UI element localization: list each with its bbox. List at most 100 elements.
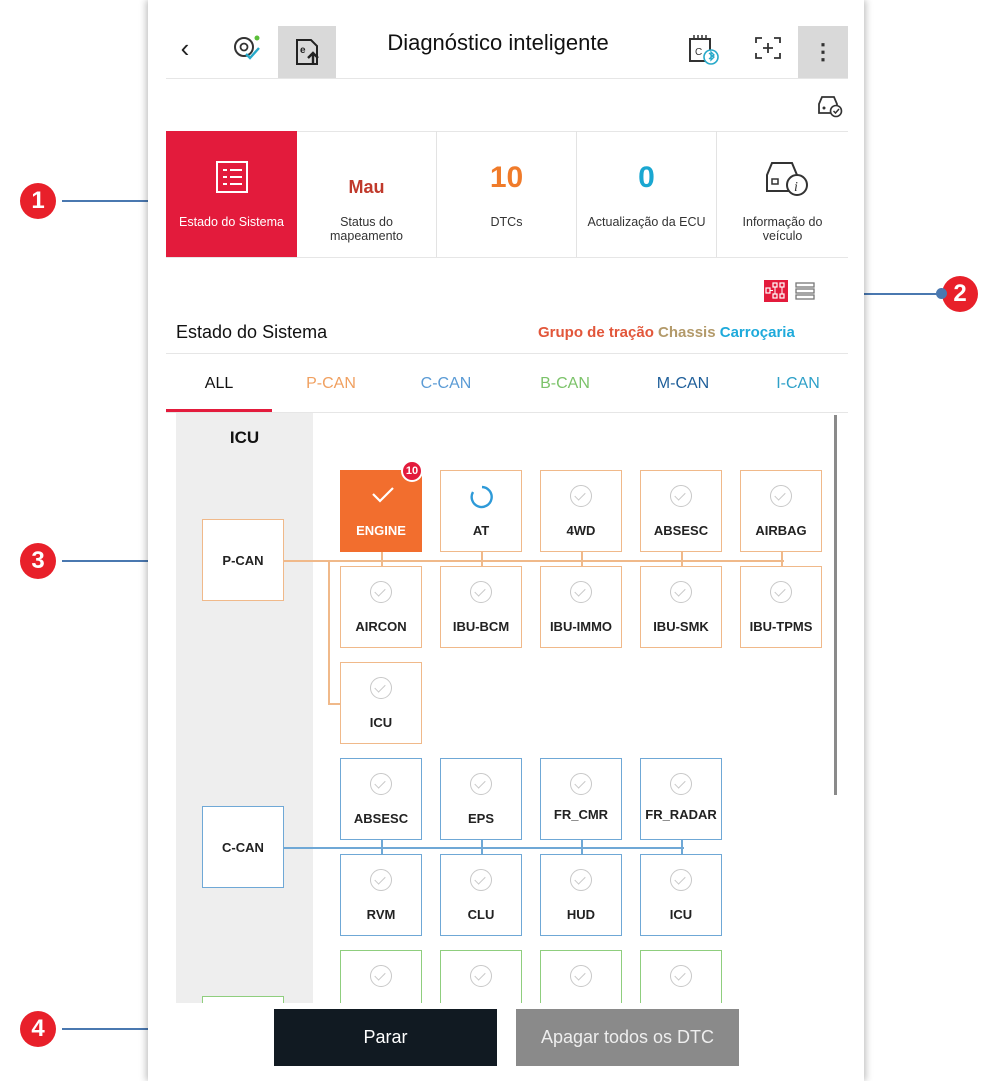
callout-4: 4 bbox=[20, 1011, 56, 1047]
ecu-aircon[interactable]: AIRCON bbox=[340, 566, 422, 648]
c-can-drop bbox=[481, 840, 483, 855]
ecu-b-can[interactable] bbox=[340, 950, 422, 1006]
check-circle-icon bbox=[370, 677, 392, 699]
ecu-icu[interactable]: ICU bbox=[640, 854, 722, 936]
p-can-drop bbox=[581, 552, 583, 567]
check-circle-icon bbox=[770, 581, 792, 603]
check-circle-icon bbox=[370, 965, 392, 987]
action-bar bbox=[148, 1003, 864, 1081]
tile-dtcs[interactable]: 10 DTCs bbox=[437, 131, 577, 257]
tiles-bottom-border bbox=[166, 257, 848, 258]
ecu-icu[interactable]: ICU bbox=[340, 662, 422, 744]
ecu-b-can[interactable] bbox=[540, 950, 622, 1006]
dtc-count: 10 bbox=[489, 161, 524, 194]
ecu-airbag[interactable]: AIRBAG bbox=[740, 470, 822, 552]
ecu-name: ENGINE bbox=[356, 523, 406, 538]
tile-ecu-update[interactable]: 0 Actualização da ECU bbox=[577, 131, 717, 257]
ecu-absesc[interactable]: ABSESC bbox=[640, 470, 722, 552]
ecu-clu[interactable]: CLU bbox=[440, 854, 522, 936]
stop-button[interactable]: Parar bbox=[274, 1009, 497, 1066]
tile-label: Estado do Sistema bbox=[179, 215, 284, 229]
ecu-name: FR_RADAR bbox=[645, 807, 717, 822]
legend-body: Carroçaria bbox=[719, 324, 795, 341]
check-circle-icon bbox=[570, 965, 592, 987]
ecu-name: 4WD bbox=[566, 523, 596, 538]
ecu-name: ABSESC bbox=[353, 811, 409, 826]
ok-check-icon bbox=[370, 485, 396, 505]
tab-i-can[interactable]: I-CAN bbox=[748, 375, 848, 393]
ecu-name: RVM bbox=[366, 907, 396, 922]
tile-label: Actualização da ECU bbox=[587, 215, 706, 229]
ecu-name: AT bbox=[472, 523, 490, 538]
c-can-drop bbox=[581, 840, 583, 855]
bus-c-can[interactable]: C-CAN bbox=[202, 806, 284, 888]
p-can-branch-line bbox=[328, 560, 330, 704]
tab-p-can[interactable]: P-CAN bbox=[278, 375, 384, 393]
c-can-drop bbox=[681, 840, 683, 855]
callout-1-line bbox=[62, 200, 154, 202]
c-can-bus-line bbox=[284, 847, 684, 849]
section-title: Estado do Sistema bbox=[176, 322, 328, 342]
legend-powertrain: Grupo de tração bbox=[538, 324, 654, 341]
clear-all-dtc-button[interactable]: Apagar todos os DTC bbox=[516, 1009, 739, 1066]
vci-bluetooth-icon[interactable]: C bbox=[681, 28, 725, 72]
ecu-name: AIRBAG bbox=[755, 523, 807, 538]
tile-mapping-status[interactable]: Mau Status do mapeamento bbox=[297, 131, 437, 257]
legend-chassis: Chassis bbox=[658, 324, 716, 341]
more-icon[interactable]: ⋮ bbox=[798, 26, 848, 78]
tile-label: mapeamento bbox=[330, 229, 403, 243]
ecu-b-can[interactable] bbox=[640, 950, 722, 1006]
scrollbar[interactable] bbox=[834, 415, 837, 795]
callout-2-dot bbox=[936, 288, 947, 299]
tab-all[interactable]: ALL bbox=[166, 375, 272, 393]
tile-label: DTCs bbox=[490, 215, 523, 229]
bus-p-can[interactable]: P-CAN bbox=[202, 519, 284, 601]
p-can-drop bbox=[681, 552, 683, 567]
ecu-hud[interactable]: HUD bbox=[540, 854, 622, 936]
ecu-at[interactable]: AT bbox=[440, 470, 522, 552]
ecu-absesc[interactable]: ABSESC bbox=[340, 758, 422, 840]
p-can-drop bbox=[481, 552, 483, 567]
loading-spinner-icon bbox=[469, 484, 495, 515]
section-divider bbox=[166, 353, 848, 354]
back-icon[interactable]: ‹ bbox=[170, 30, 200, 66]
check-circle-icon bbox=[570, 773, 592, 795]
ecu-ibu-bcm[interactable]: IBU-BCM bbox=[440, 566, 522, 648]
screen-capture-icon[interactable] bbox=[748, 30, 788, 66]
mapping-status-value: Mau bbox=[348, 177, 385, 197]
ecu-eps[interactable]: EPS bbox=[440, 758, 522, 840]
auto-detect-icon[interactable] bbox=[226, 30, 266, 66]
header-divider bbox=[166, 78, 848, 79]
ecu-fr-radar[interactable]: FR_RADAR bbox=[640, 758, 722, 840]
diagram-view-icon[interactable] bbox=[764, 280, 788, 302]
ecu-name: IBU-BCM bbox=[452, 619, 510, 634]
ecu-ibu-smk[interactable]: IBU-SMK bbox=[640, 566, 722, 648]
ecu-b-can[interactable] bbox=[440, 950, 522, 1006]
check-circle-icon bbox=[470, 965, 492, 987]
ecu-name: AIRCON bbox=[355, 619, 407, 634]
gateway-column bbox=[176, 413, 313, 1003]
ecu-ibu-immo[interactable]: IBU-IMMO bbox=[540, 566, 622, 648]
tab-c-can[interactable]: C-CAN bbox=[393, 375, 499, 393]
list-view-icon[interactable] bbox=[793, 280, 817, 302]
ecu-engine[interactable]: ENGINE bbox=[340, 470, 422, 552]
ecu-name: ICU bbox=[669, 907, 693, 922]
ecu-fr-cmr[interactable]: FR_CMR bbox=[540, 758, 622, 840]
svg-text:i: i bbox=[794, 180, 798, 195]
tab-b-can[interactable]: B-CAN bbox=[512, 375, 618, 393]
tab-m-can[interactable]: M-CAN bbox=[630, 375, 736, 393]
ecu-name: IBU-SMK bbox=[653, 619, 709, 634]
export-icon[interactable]: e bbox=[278, 26, 336, 78]
dtc-badge: 10 bbox=[401, 460, 423, 482]
ecu-4wd[interactable]: 4WD bbox=[540, 470, 622, 552]
ecu-ibu-tpms[interactable]: IBU-TPMS bbox=[740, 566, 822, 648]
svg-text:C: C bbox=[695, 47, 702, 58]
vehicle-check-icon[interactable] bbox=[814, 90, 846, 120]
tile-vehicle-info[interactable]: i Informação do veículo bbox=[717, 131, 848, 257]
gateway-label: ICU bbox=[229, 428, 260, 447]
tile-system-status[interactable]: Estado do Sistema bbox=[166, 131, 297, 257]
check-circle-icon bbox=[470, 581, 492, 603]
tile-label: veículo bbox=[762, 229, 803, 243]
p-can-bus-line bbox=[284, 560, 784, 562]
ecu-rvm[interactable]: RVM bbox=[340, 854, 422, 936]
